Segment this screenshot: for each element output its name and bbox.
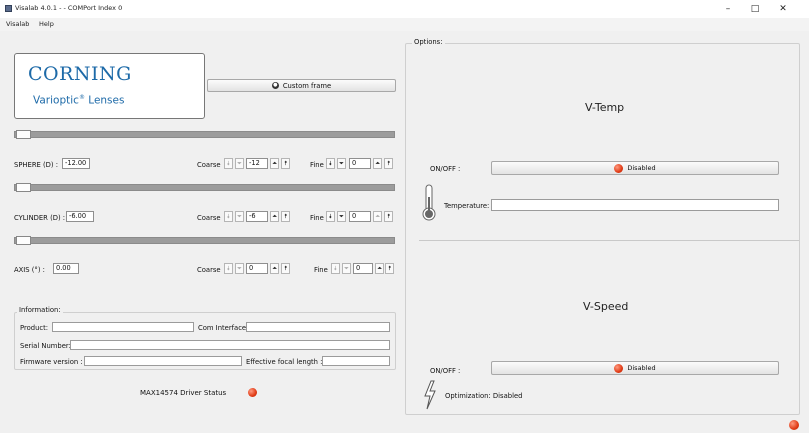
driver-status-label: MAX14574 Driver Status (140, 389, 227, 397)
cylinder-slider-thumb[interactable] (16, 183, 31, 192)
frame-icon: ● (271, 82, 279, 89)
cylinder-fine-up-double-icon[interactable]: ⯭ (384, 211, 393, 222)
custom-frame-label: Custom frame (282, 81, 332, 90)
optimization-status: Optimization: Disabled (445, 392, 523, 400)
product-label: Product: (20, 324, 49, 332)
axis-coarse-value[interactable]: 0 (246, 263, 268, 274)
vspeed-status-led-icon (614, 363, 624, 373)
cylinder-fine-label: Fine (310, 214, 324, 222)
app-icon (5, 5, 12, 12)
axis-coarse-up-double-icon[interactable]: ⯭ (281, 263, 290, 274)
sphere-coarse-value[interactable]: -12 (246, 158, 268, 169)
logo-corning-text: CORNING (28, 63, 132, 85)
cylinder-fine-up-icon[interactable]: ⏶ (373, 211, 382, 222)
cylinder-coarse-up-double-icon[interactable]: ⯭ (281, 211, 290, 222)
sphere-fine-value[interactable]: 0 (349, 158, 371, 169)
sphere-fine-up-icon[interactable]: ⏶ (373, 158, 382, 169)
axis-coarse-down-icon[interactable]: ⏷ (235, 263, 244, 274)
cylinder-slider[interactable] (14, 183, 395, 192)
axis-fine-down-icon[interactable]: ⏷ (342, 263, 351, 274)
axis-slider-thumb[interactable] (16, 236, 31, 245)
com-interface-field[interactable] (246, 322, 390, 332)
axis-fine-value[interactable]: 0 (353, 263, 373, 274)
vtemp-toggle-button[interactable]: Disabled (491, 161, 779, 175)
cylinder-value: -6.00 (66, 211, 94, 222)
axis-fine-up-icon[interactable]: ⏶ (375, 263, 384, 274)
axis-coarse-label: Coarse (197, 266, 221, 274)
sphere-coarse-down-icon[interactable]: ⏷ (235, 158, 244, 169)
lightning-icon (424, 380, 436, 410)
close-button[interactable]: ✕ (771, 2, 795, 16)
cylinder-coarse-down-icon[interactable]: ⏷ (235, 211, 244, 222)
axis-label: AXIS (°) : (14, 266, 45, 274)
firmware-version-field[interactable] (84, 356, 242, 366)
information-title: Information: (17, 306, 63, 314)
options-group (405, 43, 800, 415)
firmware-version-label: Firmware version : (20, 358, 83, 366)
minimize-button[interactable]: – (716, 2, 740, 16)
menu-visalab[interactable]: Visalab (6, 20, 29, 28)
cylinder-coarse-down-double-icon[interactable]: ⯯ (224, 211, 233, 222)
thermometer-icon (422, 184, 436, 221)
sphere-label: SPHERE (D) : (14, 161, 58, 169)
sphere-fine-up-double-icon[interactable]: ⯭ (384, 158, 393, 169)
menu-help[interactable]: Help (39, 20, 54, 28)
cylinder-coarse-up-icon[interactable]: ⏶ (270, 211, 279, 222)
vtemp-title: V-Temp (585, 101, 625, 114)
vtemp-status-led-icon (614, 163, 624, 173)
corning-logo: CORNING Varioptic® Lenses (14, 53, 205, 119)
vspeed-title: V-Speed (583, 300, 629, 313)
logo-varioptic-text: Varioptic® Lenses (33, 94, 125, 107)
cylinder-coarse-value[interactable]: -6 (246, 211, 268, 222)
effective-focal-length-label: Effective focal length : (246, 358, 323, 366)
cylinder-fine-down-double-icon[interactable]: ⯯ (326, 211, 335, 222)
temperature-field[interactable] (491, 199, 779, 211)
axis-coarse-up-icon[interactable]: ⏶ (270, 263, 279, 274)
options-title: Options: (412, 38, 445, 46)
vspeed-onoff-label: ON/OFF : (430, 367, 461, 375)
sphere-fine-label: Fine (310, 161, 324, 169)
axis-fine-down-double-icon[interactable]: ⯯ (331, 263, 340, 274)
sphere-slider-thumb[interactable] (16, 130, 31, 139)
vtemp-button-label: Disabled (627, 164, 656, 172)
serial-number-field[interactable] (70, 340, 390, 350)
com-interface-label: Com Interface: (198, 324, 249, 332)
axis-coarse-down-double-icon[interactable]: ⯯ (224, 263, 233, 274)
options-separator (419, 240, 799, 241)
maximize-button[interactable]: □ (743, 2, 767, 16)
sphere-value: -12.00 (62, 158, 90, 169)
sphere-coarse-up-icon[interactable]: ⏶ (270, 158, 279, 169)
cylinder-fine-value[interactable]: 0 (349, 211, 371, 222)
cylinder-coarse-label: Coarse (197, 214, 221, 222)
connection-status-led-icon (789, 420, 799, 430)
custom-frame-button[interactable]: ● Custom frame (207, 79, 396, 92)
axis-value: 0.00 (53, 263, 79, 274)
sphere-fine-down-icon[interactable]: ⏷ (337, 158, 346, 169)
sphere-coarse-label: Coarse (197, 161, 221, 169)
cylinder-label: CYLINDER (D) : (14, 214, 66, 222)
menu-bar: Visalab Help (0, 18, 809, 31)
title-bar: Visalab 4.0.1 - - COMPort Index 0 – □ ✕ (0, 0, 809, 18)
vspeed-button-label: Disabled (627, 364, 656, 372)
effective-focal-length-field[interactable] (322, 356, 390, 366)
product-field[interactable] (52, 322, 194, 332)
sphere-coarse-up-double-icon[interactable]: ⯭ (281, 158, 290, 169)
sphere-fine-down-double-icon[interactable]: ⯯ (326, 158, 335, 169)
vspeed-toggle-button[interactable]: Disabled (491, 361, 779, 375)
sphere-slider[interactable] (14, 130, 395, 139)
axis-fine-label: Fine (314, 266, 328, 274)
axis-fine-up-double-icon[interactable]: ⯭ (385, 263, 394, 274)
serial-number-label: Serial Number: (20, 342, 71, 350)
window-title: Visalab 4.0.1 - - COMPort Index 0 (15, 4, 123, 12)
temperature-label: Temperature: (444, 202, 490, 210)
vtemp-onoff-label: ON/OFF : (430, 165, 461, 173)
sphere-coarse-down-double-icon[interactable]: ⯯ (224, 158, 233, 169)
driver-status-led-icon (248, 388, 257, 397)
cylinder-fine-down-icon[interactable]: ⏷ (337, 211, 346, 222)
axis-slider[interactable] (14, 236, 395, 245)
